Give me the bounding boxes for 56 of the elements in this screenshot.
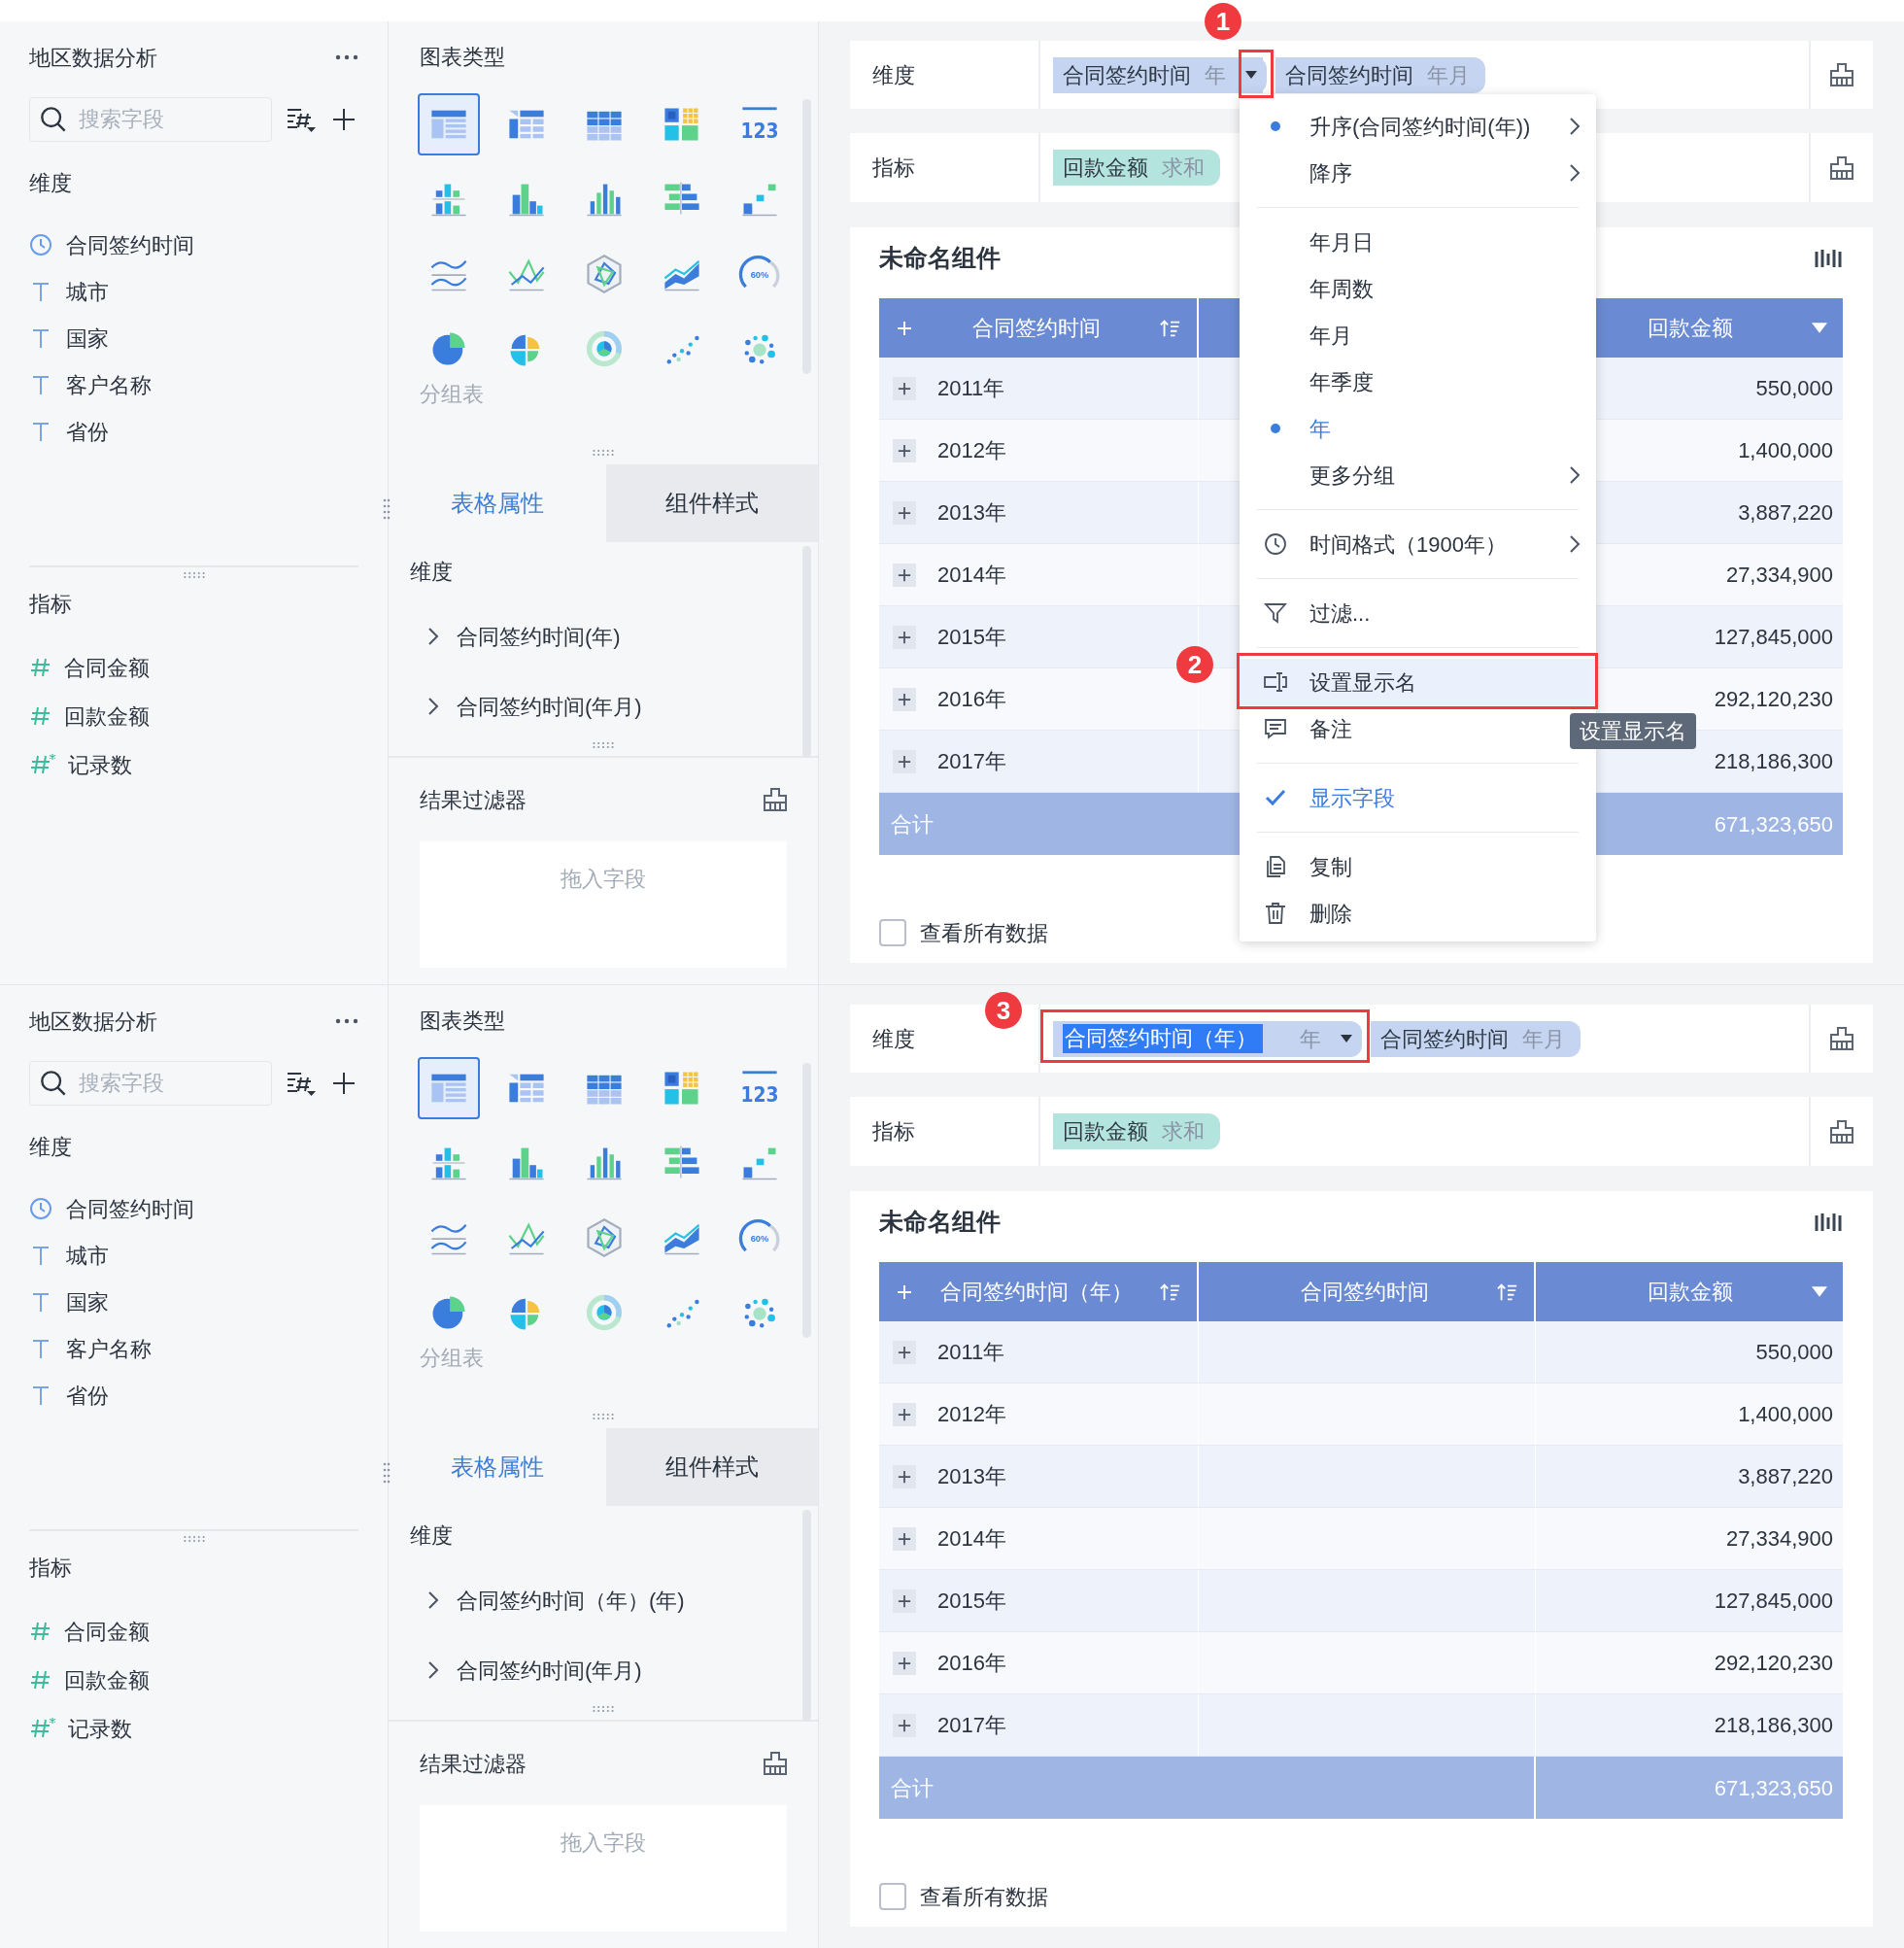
shelf-label: 指标	[872, 1118, 915, 1145]
table-cell: 2014年	[879, 1508, 1199, 1569]
dataset-title: 地区数据分析	[29, 1008, 157, 1036]
field-suffix: 年月	[1427, 61, 1470, 89]
section-title: 图表类型	[420, 43, 505, 71]
section-title: 图表类型	[420, 1007, 505, 1035]
table-cell: 2013年	[879, 482, 1199, 543]
field-name: 回款金额	[1063, 1118, 1148, 1145]
chart-type-caption: 分组表	[419, 1345, 485, 1372]
field-suffix: 求和	[1162, 1118, 1205, 1145]
dataset-title: 地区数据分析	[29, 44, 157, 72]
component-title: 未命名组件	[879, 243, 1001, 274]
shelf-label: 指标	[872, 154, 915, 182]
section-heading: 维度	[29, 170, 72, 197]
table-cell: 127,845,000	[1536, 1570, 1843, 1631]
section-title: 结果过滤器	[420, 786, 527, 814]
table-cell: 2011年	[879, 1321, 1199, 1383]
field-suffix: 年	[1300, 1025, 1321, 1053]
section-heading: 维度	[409, 1522, 454, 1550]
field-name: 合同签约时间	[1063, 61, 1191, 89]
callout-badge: 1	[1205, 3, 1241, 40]
table-cell: 218,186,300	[1536, 1694, 1843, 1756]
section-title: 结果过滤器	[420, 1750, 527, 1778]
section-heading: 指标	[29, 1555, 72, 1582]
table-cell: 550,000	[1536, 1321, 1843, 1383]
table-cell: 合计	[879, 1757, 1536, 1819]
section-heading: 指标	[29, 591, 72, 618]
field-name: 合同签约时间	[1285, 61, 1413, 89]
section-heading: 维度	[29, 1134, 72, 1161]
table-cell: 2015年	[879, 1570, 1199, 1631]
field-name: 合同签约时间	[1380, 1025, 1509, 1053]
table-cell: 2017年	[879, 1694, 1199, 1756]
checkbox-label: 查看所有数据	[920, 919, 1048, 947]
field-suffix: 年	[1205, 61, 1226, 89]
field-suffix: 求和	[1162, 154, 1205, 182]
component-title: 未命名组件	[879, 1207, 1001, 1238]
table-cell: 2012年	[879, 1384, 1199, 1445]
table-cell: 2016年	[879, 1632, 1199, 1693]
shelf-label: 维度	[872, 1025, 915, 1053]
shelf-label: 维度	[872, 61, 915, 89]
field-suffix: 年月	[1522, 1025, 1565, 1053]
section-heading: 维度	[409, 559, 454, 586]
table-cell: 3,887,220	[1536, 1446, 1843, 1507]
tooltip: 设置显示名	[1570, 713, 1696, 749]
table-cell: 2017年	[879, 731, 1199, 792]
table-cell: 671,323,650	[1536, 1757, 1843, 1819]
table-cell: 1,400,000	[1536, 1384, 1843, 1445]
checkbox-label: 查看所有数据	[920, 1883, 1048, 1911]
table-cell: 2013年	[879, 1446, 1199, 1507]
table-cell: 2011年	[879, 358, 1199, 419]
table-cell: 27,334,900	[1536, 1508, 1843, 1569]
table-cell: 2012年	[879, 420, 1199, 481]
table-cell: 2014年	[879, 544, 1199, 605]
field-name: 回款金额	[1063, 154, 1148, 182]
chart-type-caption: 分组表	[419, 381, 485, 408]
table-cell: 292,120,230	[1536, 1632, 1843, 1693]
